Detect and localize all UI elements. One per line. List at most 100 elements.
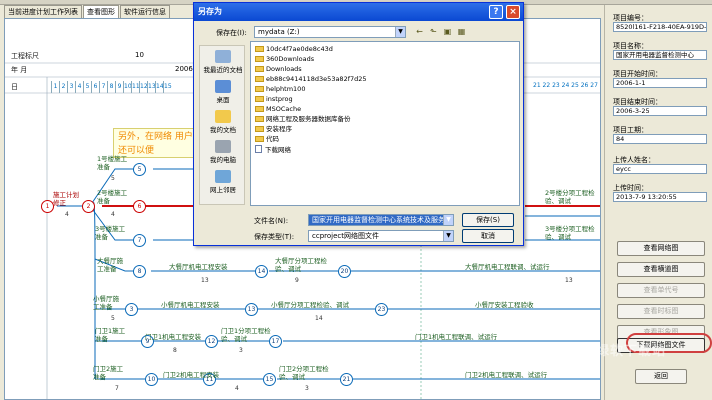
folder-icon (255, 106, 264, 112)
view-menu-icon[interactable]: ▦ (456, 26, 467, 37)
node-6[interactable]: 6 (133, 200, 146, 213)
tab-view-graph[interactable]: 查看图形 (83, 5, 119, 18)
file-name: instprog (266, 95, 293, 103)
label-gate2-test: 门卫2分项工程检验、调试 (279, 365, 329, 381)
node-3[interactable]: 3 (125, 303, 138, 316)
node-13[interactable]: 13 (245, 303, 258, 316)
chevron-down-icon[interactable]: ▼ (443, 231, 453, 241)
up-folder-icon[interactable]: ⬑ (428, 26, 439, 37)
project-no-value[interactable]: 8520l161-F218-40EA-919D- (613, 22, 707, 32)
file-name: helphtm100 (266, 85, 306, 93)
field-project-name: 项目名称： 国家开用电器监督检测中心 (613, 41, 709, 60)
label-hall-run: 大餐厅机电工程联调、试运行 (465, 263, 550, 271)
place-my-computer[interactable]: 我的电脑 (200, 140, 246, 164)
list-item[interactable]: 10dc4f7ae0de8c43d (255, 45, 333, 54)
list-item[interactable]: 代码 (255, 135, 279, 144)
cancel-button[interactable]: 取消 (462, 229, 514, 243)
filename-label: 文件名(N): (254, 217, 289, 225)
folder-icon (255, 126, 264, 132)
label-bldg2-test: 2号楼分项工程检验、调试 (545, 189, 595, 205)
file-name: 代码 (266, 135, 279, 143)
help-icon[interactable]: ? (489, 5, 503, 19)
place-network[interactable]: 网上邻居 (200, 170, 246, 194)
file-name: Downloads (266, 65, 302, 73)
label-small-accept: 小餐厅安装工程验收 (475, 301, 534, 309)
filetype-select[interactable]: ccproject网络图文件 ▼ (308, 230, 454, 242)
folder-icon (255, 86, 264, 92)
field-label: 项目开始时间： (613, 70, 662, 78)
node-20[interactable]: 20 (338, 265, 351, 278)
file-list[interactable]: 10dc4f7ae0de8c43d 360Downloads Downloads… (250, 41, 520, 206)
project-name-value[interactable]: 国家开用电器监督检测中心 (613, 50, 707, 60)
save-button[interactable]: 保存(S) (462, 213, 514, 227)
desktop-icon (215, 80, 231, 93)
file-name: MSOCache (266, 105, 302, 113)
field-label: 项目结束时间： (613, 98, 662, 106)
uploader-value[interactable]: eycc (613, 164, 707, 174)
end-date-value[interactable]: 2006-3-25 (613, 106, 707, 116)
new-folder-icon[interactable]: ▣ (442, 26, 453, 37)
folder-icon (255, 136, 264, 142)
node-2[interactable]: 2 (82, 200, 95, 213)
folder-icon (255, 96, 264, 102)
tab-plan-list[interactable]: 当前进度计划工作列表 (4, 5, 82, 18)
node-7[interactable]: 7 (133, 234, 146, 247)
place-recent[interactable]: 我最近的文档 (200, 50, 246, 74)
place-label: 我的文档 (210, 126, 236, 134)
node-10[interactable]: 10 (145, 373, 158, 386)
view-single-code-button[interactable]: 查看单代号 (617, 283, 705, 298)
tab-software-info[interactable]: 软件运行信息 (120, 5, 170, 18)
back-icon[interactable]: ← (414, 26, 425, 37)
list-item[interactable]: 安装程序 (255, 125, 292, 134)
place-my-docs[interactable]: 我的文档 (200, 110, 246, 134)
place-desktop[interactable]: 桌面 (200, 80, 246, 104)
chevron-down-icon[interactable]: ▼ (443, 215, 453, 225)
back-button[interactable]: 返回 (635, 369, 687, 384)
start-date-value[interactable]: 2006-1-1 (613, 78, 707, 88)
list-item[interactable]: MSOCache (255, 105, 301, 114)
field-uploader: 上传人姓名： eycc (613, 155, 709, 174)
place-label: 网上邻居 (210, 186, 236, 194)
list-item[interactable]: helphtm100 (255, 85, 305, 94)
node-14[interactable]: 14 (255, 265, 268, 278)
tooltip-note: 另外，在网络 用户还可以便 (113, 128, 203, 158)
list-item[interactable]: instprog (255, 95, 293, 104)
save-as-dialog: 另存为 ? × 保存在(I): mydata (Z:) ▼ ← ⬑ ▣ ▦ 我最近… (193, 2, 524, 246)
duration: 5 (111, 175, 115, 182)
duration: 9 (295, 277, 299, 284)
duration: 7 (115, 385, 119, 392)
save-in-select[interactable]: mydata (Z:) ▼ (254, 26, 406, 38)
node-8[interactable]: 8 (133, 265, 146, 278)
view-gantt-button[interactable]: 查看横道图 (617, 262, 705, 277)
filename-input[interactable]: 国家开用电器监督检测中心系统技术及服务保障工程.rcn▼ (308, 214, 454, 226)
node-23[interactable]: 23 (375, 303, 388, 316)
view-network-button[interactable]: 查看网络图 (617, 241, 705, 256)
label-gate1-prep: 门卫1施工准备 (95, 327, 126, 343)
label-gate2-prep: 门卫2施工准备 (93, 365, 124, 381)
node-15[interactable]: 15 (263, 373, 276, 386)
duration: 3 (305, 385, 309, 392)
close-icon[interactable]: × (506, 5, 520, 19)
upload-time-value[interactable]: 2013-7-9 13:20:55 (613, 192, 707, 202)
field-upload-time: 上传时间： 2013-7-9 13:20:55 (613, 183, 709, 202)
period-value[interactable]: 84 (613, 134, 707, 144)
field-project-no: 项目编号： 8520l161-F218-40EA-919D- (613, 13, 709, 32)
field-end-date: 项目结束时间： 2006-3-25 (613, 97, 709, 116)
app-window: 当前进度计划工作列表 查看图形 软件运行信息 工程标尺 年 月 日 10 200… (0, 0, 712, 400)
field-label: 项目名称： (613, 42, 648, 50)
dialog-titlebar[interactable]: 另存为 ? × (194, 3, 523, 21)
node-5[interactable]: 5 (133, 163, 146, 176)
list-item[interactable]: 网络工程及服务器数据库备份 (255, 115, 351, 124)
view-timescale-button[interactable]: 查看时标图 (617, 304, 705, 319)
node-21[interactable]: 21 (340, 373, 353, 386)
list-item[interactable]: 下载网络 (255, 145, 291, 154)
chevron-down-icon[interactable]: ▼ (395, 27, 405, 37)
node-12[interactable]: 12 (205, 335, 218, 348)
list-item[interactable]: 360Downloads (255, 55, 314, 64)
list-item[interactable]: Downloads (255, 65, 302, 74)
folder-icon (255, 76, 264, 82)
list-item[interactable]: eb88c9414118d3e53a82f7d25 (255, 75, 367, 84)
file-name: 网络工程及服务器数据库备份 (266, 115, 351, 123)
label-bldg3-prep: 3号楼施工准备 (95, 225, 126, 241)
dialog-title: 另存为 (198, 7, 222, 16)
